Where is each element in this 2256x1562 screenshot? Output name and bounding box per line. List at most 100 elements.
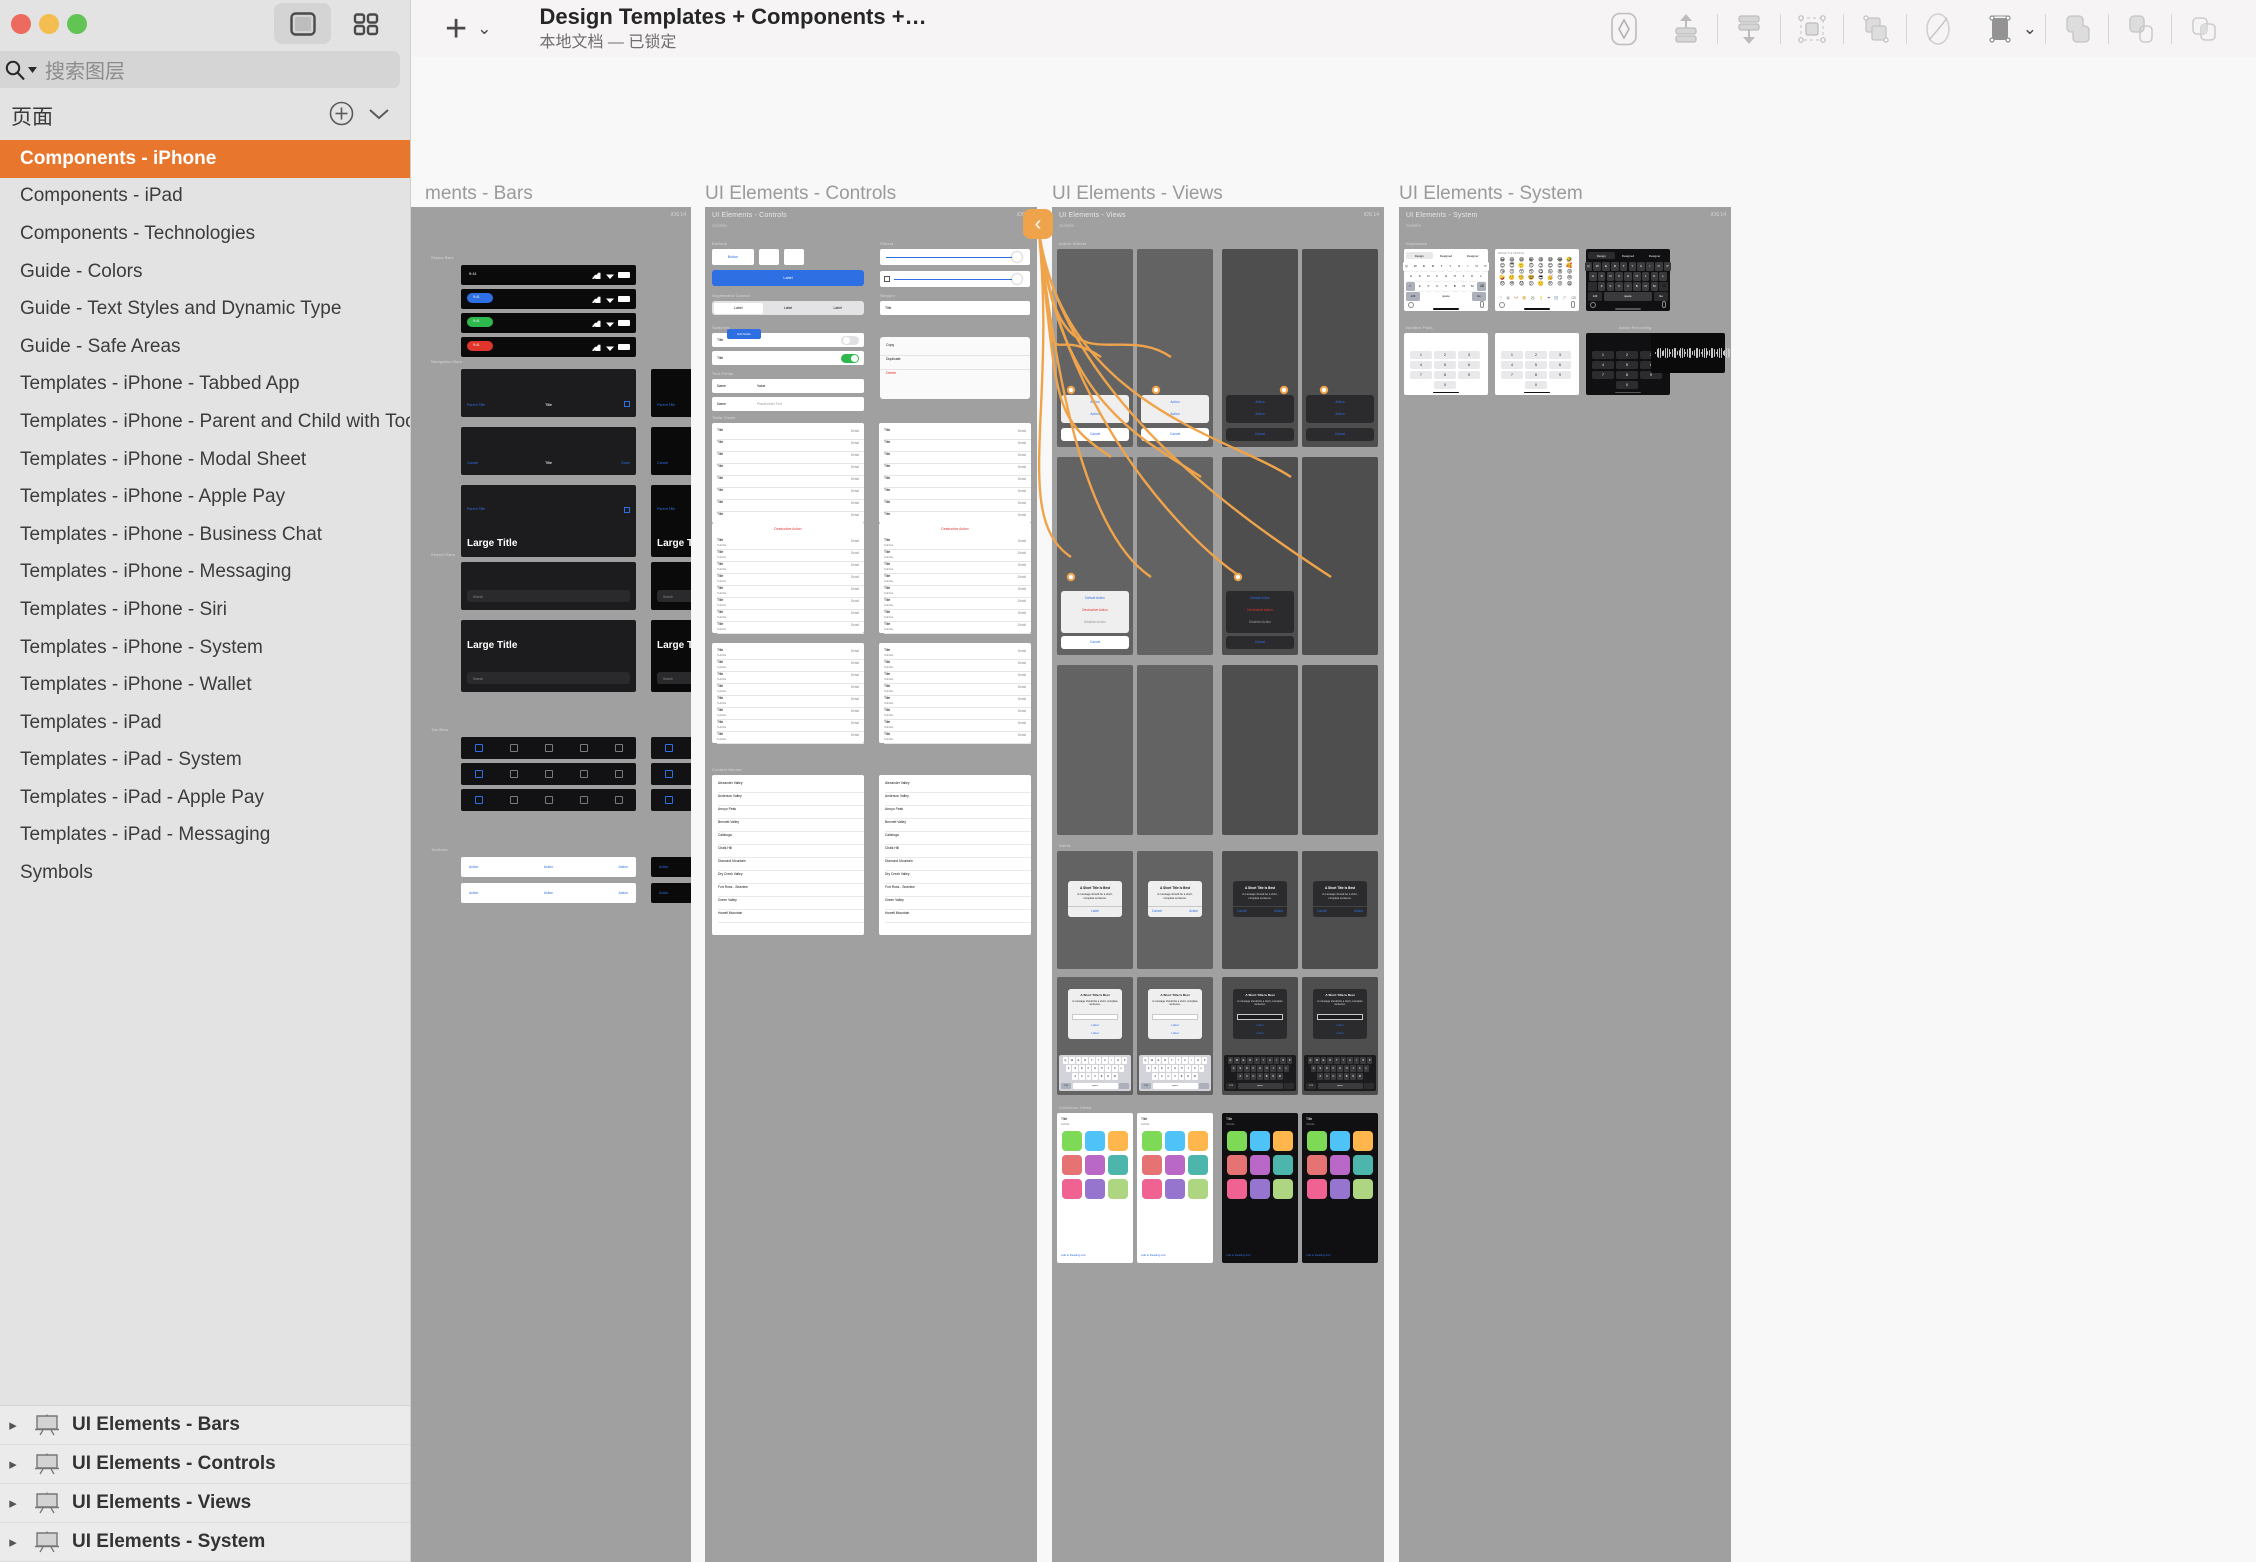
keyboard-key[interactable]: C (1433, 282, 1442, 291)
keyboard-key[interactable]: N (1459, 282, 1468, 291)
keyboard-key[interactable]: S (1152, 1065, 1159, 1072)
keyboard-key[interactable]: Y (1446, 262, 1455, 271)
keyboard-key[interactable]: X (1244, 1073, 1250, 1080)
collection-cell[interactable] (1227, 1155, 1247, 1175)
resize-icon[interactable] (1969, 6, 2031, 52)
keyboard-key[interactable]: I (1646, 262, 1654, 271)
alert-button[interactable]: Label (1068, 909, 1122, 913)
number-pad-key[interactable]: 8 (1616, 371, 1638, 379)
alert-dialog[interactable]: A Short Title Is Best A message should be… (1233, 989, 1287, 1039)
collection-cell[interactable] (1108, 1155, 1128, 1175)
page-item[interactable]: Templates - iPhone - Modal Sheet (0, 441, 410, 479)
number-pad-key[interactable]: 4 (1410, 361, 1432, 369)
close-window-button[interactable] (11, 13, 31, 34)
action-sheet-cancel[interactable]: Cancel (1061, 636, 1129, 649)
number-pad-grid[interactable]: 123 456 7890 (1501, 351, 1573, 389)
phone-frame[interactable]: A Short Title Is Best A message should be… (1222, 851, 1298, 969)
action-sheet-cancel[interactable]: Cancel (1226, 636, 1294, 649)
keyboard-key[interactable]: A (1145, 1065, 1152, 1072)
table-view[interactable]: Title Subtitle Detail Title Subtitle Detail Ti… (712, 643, 864, 744)
action-sheet-action[interactable]: Action (1170, 400, 1179, 404)
keyboard-key[interactable]: U (1637, 262, 1645, 271)
keyboard-key[interactable]: N (1270, 1073, 1276, 1080)
keyboard-key[interactable]: H (1343, 1065, 1350, 1072)
collection-cell[interactable] (1330, 1179, 1350, 1199)
keyboard-key[interactable]: D (1079, 1065, 1085, 1072)
collection-cell[interactable] (1307, 1155, 1327, 1175)
page-item[interactable]: Templates - iPhone - Apple Pay (0, 478, 410, 516)
tab-bar-item[interactable] (474, 744, 483, 752)
keyboard-key[interactable]: U (1267, 1057, 1273, 1064)
tab-bar-item[interactable] (664, 744, 673, 752)
microphone-icon[interactable] (1662, 301, 1666, 308)
layer-row[interactable]: ▸ UI Elements - System (0, 1523, 410, 1562)
tab-bar-item[interactable] (579, 796, 588, 804)
number-pad-key[interactable]: 7 (1501, 371, 1523, 379)
number-pad-key[interactable] (1458, 381, 1480, 389)
edit-mode-button[interactable]: Edit Mode (727, 329, 761, 339)
keyboard-key[interactable]: Q (1402, 262, 1411, 271)
destructive-row[interactable]: Destructive Action (712, 523, 864, 536)
keyboard-key[interactable]: S (1415, 272, 1424, 281)
keyboard-key[interactable]: Z (1597, 282, 1606, 291)
number-pad-key[interactable]: 3 (1458, 351, 1480, 359)
emoji-item[interactable]: 😫 (1565, 282, 1574, 287)
keyboard-key[interactable]: B (1178, 1073, 1185, 1080)
keyboard-key[interactable]: K (1191, 1065, 1198, 1072)
keyboard-key[interactable]: V (1257, 1073, 1263, 1080)
phone-frame[interactable] (1302, 457, 1378, 655)
page-item[interactable]: Templates - iPad - Messaging (0, 817, 410, 855)
number-pad-key[interactable]: 0 (1525, 381, 1547, 389)
keyboard-numeric-key[interactable]: 123 (1306, 1082, 1316, 1089)
alert-button[interactable]: Label (1148, 1031, 1202, 1035)
tab-bar-item[interactable] (509, 744, 518, 752)
keyboard-key[interactable]: A (1407, 272, 1415, 281)
keyboard-key[interactable]: D (1324, 1065, 1330, 1072)
phone-frame[interactable] (1302, 665, 1378, 835)
keyboard-key[interactable]: B (1263, 1073, 1270, 1080)
phone-frame[interactable]: Action Action Cancel (1302, 249, 1378, 447)
page-item[interactable]: Templates - iPhone - Siri (0, 591, 410, 629)
layer-row[interactable]: ▸ UI Elements - Views (0, 1484, 410, 1523)
alert-button[interactable]: Label (1233, 1031, 1287, 1035)
phone-frame[interactable]: Action Action Cancel (1057, 249, 1133, 447)
keyboard-key[interactable]: S (1597, 272, 1606, 281)
toolbar-action-label[interactable]: Action (659, 865, 668, 869)
tab-bar-item[interactable] (614, 770, 623, 778)
collection-cell[interactable] (1062, 1155, 1082, 1175)
numeric-key[interactable]: 123 (1588, 292, 1602, 301)
table-view[interactable]: Title Subtitle Detail Title Subtitle Detail Ti… (879, 643, 1031, 744)
keyboard-key[interactable]: P (1481, 262, 1490, 271)
suggestion-item[interactable]: Designer (1641, 252, 1668, 259)
keyboard-key[interactable]: E (1420, 262, 1428, 271)
keyboard-key[interactable]: E (1602, 262, 1610, 271)
shift-key[interactable]: ⇧ (1405, 282, 1415, 291)
toolbar-action-label[interactable]: Action (619, 891, 628, 895)
action-sheet[interactable]: Action Action Cancel (1061, 395, 1129, 441)
segment[interactable]: Label (763, 303, 813, 314)
keyboard-key[interactable]: H (1632, 272, 1641, 281)
collection-cell[interactable] (1188, 1131, 1208, 1151)
page-item[interactable]: Components - iPad (0, 178, 410, 216)
toolbar-action-label[interactable]: Action (469, 865, 478, 869)
keyboard-key[interactable]: L (1363, 1065, 1370, 1072)
artboard-bars[interactable]: UI Elements - BarsSubtitleiOS 14Status B… (411, 207, 691, 1562)
slider-row[interactable] (880, 271, 1030, 287)
keyboard-key[interactable]: Z (1072, 1073, 1079, 1080)
keyboard-key[interactable]: R (1082, 1057, 1088, 1064)
number-pad-key[interactable]: 5 (1616, 361, 1638, 369)
keyboard-key[interactable]: B (1098, 1073, 1105, 1080)
keyboard-numeric-key[interactable]: 123 (1226, 1082, 1236, 1089)
phone-frame[interactable]: A Short Title Is Best A message should be… (1222, 977, 1298, 1095)
keyboard-key[interactable]: I (1188, 1057, 1195, 1064)
icon-button[interactable] (759, 249, 779, 265)
collection-cell[interactable] (1085, 1155, 1105, 1175)
microphone-icon[interactable] (1480, 301, 1484, 308)
phone-frame[interactable]: A Short Title Is Best A message should be… (1137, 977, 1213, 1095)
collection-cell[interactable] (1142, 1179, 1162, 1199)
phone-frame[interactable]: A Short Title Is Best A message should be… (1137, 851, 1213, 969)
action-sheet-cancel[interactable]: Cancel (1226, 428, 1294, 441)
keyboard-key[interactable]: H (1450, 272, 1459, 281)
number-pad-panel[interactable]: 123 456 7890 (1404, 333, 1488, 395)
alert-button[interactable]: Label (1313, 1031, 1367, 1035)
